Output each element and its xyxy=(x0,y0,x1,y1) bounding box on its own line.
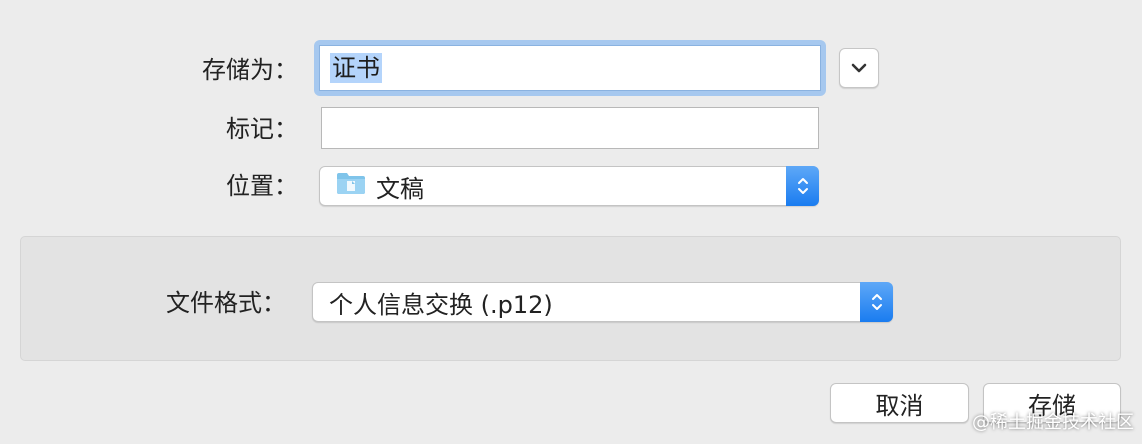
save-as-field[interactable]: 证书 xyxy=(314,40,826,96)
cancel-button[interactable]: 取消 xyxy=(830,383,969,423)
save-as-label: 存储为： xyxy=(202,56,298,84)
watermark: @稀土掘金技术社区 xyxy=(972,412,1134,433)
file-format-label: 文件格式： xyxy=(166,289,286,317)
save-dialog: 存储为： 证书 标记： 位置： 文稿 文件格式： 个人信息交换 (.p12) 取… xyxy=(0,0,1142,444)
location-popup[interactable]: 文稿 xyxy=(319,166,819,206)
tags-label: 标记： xyxy=(226,115,298,143)
updown-arrows-icon xyxy=(860,282,893,322)
expand-button[interactable] xyxy=(839,48,879,88)
folder-icon xyxy=(336,171,366,201)
updown-arrows-icon xyxy=(786,166,819,206)
location-label: 位置： xyxy=(226,172,298,200)
location-value: 文稿 xyxy=(376,174,424,203)
chevron-down-icon xyxy=(851,63,867,73)
tags-input[interactable] xyxy=(321,107,819,149)
save-as-value: 证书 xyxy=(330,53,382,83)
file-format-value: 个人信息交换 (.p12) xyxy=(329,290,553,319)
save-as-input[interactable]: 证书 xyxy=(319,45,821,91)
file-format-popup[interactable]: 个人信息交换 (.p12) xyxy=(312,282,893,322)
